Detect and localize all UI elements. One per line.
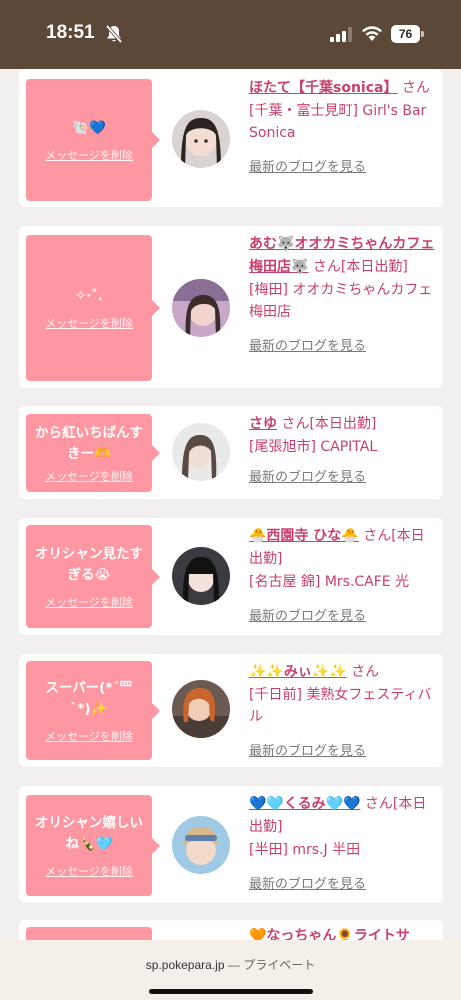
- avatar[interactable]: [172, 816, 230, 874]
- shop-location: [名古屋 錦] Mrs.CAFE 光: [249, 574, 410, 590]
- message-card: から紅いちばんすきー🫶 メッセージを削除 さゆ さん[本日出勤] [尾張旭市] …: [19, 406, 443, 499]
- shop-location: [千葉・富士見町] Girl's Bar Sonica: [249, 103, 427, 141]
- battery-level: 76: [391, 25, 420, 43]
- delete-message-link[interactable]: メッセージを削除: [45, 468, 133, 484]
- latest-blog-link[interactable]: 最新のブログを見る: [249, 156, 435, 175]
- url-separator: —: [227, 958, 240, 972]
- message-card: ✧‧˚. メッセージを削除 あむ🐺オオカミちゃんカフェ梅田店🐺 さん[本日出勤]…: [19, 226, 443, 388]
- bell-muted-icon: [105, 24, 123, 44]
- latest-blog-link[interactable]: 最新のブログを見る: [249, 740, 435, 759]
- message-bubble: オリシャン嬉しいね🍾🩵 メッセージを削除: [26, 795, 160, 896]
- message-card: オリシャン見たすぎる😭 メッセージを削除 🐣西園寺 ひな🐣 さん[本日出勤] […: [19, 518, 443, 635]
- delete-message-link[interactable]: メッセージを削除: [45, 728, 133, 744]
- browser-bottom-bar: sp.pokepara.jp — プライベート: [0, 940, 461, 1000]
- message-bubble: ✧‧˚. メッセージを削除: [26, 235, 160, 381]
- cast-info: ✨✨みぃ✨✨ さん [千日前] 美熟女フェスティバル 最新のブログを見る: [249, 661, 435, 759]
- cast-info: 🧡なっちゃん🌻ライトサ: [249, 925, 435, 940]
- delete-message-link[interactable]: メッセージを削除: [45, 594, 133, 610]
- message-text: 🐚💙: [72, 119, 106, 136]
- delete-message-link[interactable]: メッセージを削除: [45, 315, 133, 331]
- cast-info: 💙🩵くるみ🩵💙 さん[本日出勤] [半田] mrs.J 半田 最新のブログを見る: [249, 793, 435, 892]
- honorific: さん: [363, 528, 392, 544]
- battery-icon: 76: [391, 25, 424, 43]
- cast-name-link[interactable]: ✨✨みぃ✨✨: [249, 664, 347, 680]
- shop-location: [半田] mrs.J 半田: [249, 842, 361, 858]
- address-bar[interactable]: sp.pokepara.jp — プライベート: [0, 956, 461, 973]
- latest-blog-link[interactable]: 最新のブログを見る: [249, 466, 435, 485]
- message-text: ✧‧˚.: [75, 287, 103, 304]
- work-status: [本日出勤]: [309, 416, 377, 432]
- avatar[interactable]: [172, 110, 230, 168]
- delete-message-link[interactable]: メッセージを削除: [45, 147, 133, 163]
- honorific: さん: [312, 259, 341, 275]
- honorific: さん: [281, 416, 310, 432]
- message-text: オリシャン見たすぎる😭: [35, 545, 143, 583]
- message-text: から紅いちばんすきー🫶: [35, 424, 143, 462]
- cast-name-link[interactable]: 💙🩵くるみ🩵💙: [249, 796, 360, 812]
- cast-info: 🐣西園寺 ひな🐣 さん[本日出勤] [名古屋 錦] Mrs.CAFE 光 最新の…: [249, 525, 435, 624]
- avatar[interactable]: [172, 279, 230, 337]
- cast-name-link[interactable]: 🐣西園寺 ひな🐣: [249, 528, 359, 544]
- cast-name-link[interactable]: 🧡なっちゃん🌻ライトサ: [249, 928, 410, 940]
- message-card: 🐚💙 メッセージを削除 ほたて【千葉sonica】 さん [千葉・富士見町] G…: [19, 69, 443, 207]
- avatar[interactable]: [172, 680, 230, 738]
- url-domain: sp.pokepara.jp: [145, 958, 225, 972]
- message-card: スーパー(*´罒`*)✨ メッセージを削除 ✨✨みぃ✨✨ さん [千日前] 美熟…: [19, 654, 443, 767]
- home-indicator[interactable]: [149, 989, 313, 994]
- cast-info: ほたて【千葉sonica】 さん [千葉・富士見町] Girl's Bar So…: [249, 77, 435, 175]
- shop-location: [千日前] 美熟女フェスティバル: [249, 687, 432, 725]
- message-bubble: オリシャン見たすぎる😭 メッセージを削除: [26, 525, 160, 628]
- cast-info: さゆ さん[本日出勤] [尾張旭市] CAPITAL 最新のブログを見る: [249, 413, 435, 485]
- message-card: 🧡なっちゃん🌻ライトサ: [19, 920, 443, 940]
- work-status: [本日出勤]: [340, 259, 408, 275]
- shop-location: [梅田] オオカミちゃんカフェ梅田店: [249, 282, 433, 320]
- wifi-icon: [362, 26, 382, 41]
- browsing-mode-label: プライベート: [243, 958, 316, 972]
- status-bar: 18:51 76: [0, 0, 461, 69]
- latest-blog-link[interactable]: 最新のブログを見る: [249, 605, 435, 624]
- message-card: オリシャン嬉しいね🍾🩵 メッセージを削除 💙🩵くるみ🩵💙 さん[本日出勤] [半…: [19, 786, 443, 903]
- cast-info: あむ🐺オオカミちゃんカフェ梅田店🐺 さん[本日出勤] [梅田] オオカミちゃんカ…: [249, 233, 435, 354]
- shop-location: [尾張旭市] CAPITAL: [249, 439, 378, 455]
- message-text: スーパー(*´罒`*)✨: [45, 679, 133, 717]
- cast-name-link[interactable]: さゆ: [249, 416, 277, 432]
- avatar[interactable]: [172, 423, 230, 481]
- message-text: オリシャン嬉しいね🍾🩵: [35, 814, 143, 852]
- delete-message-link[interactable]: メッセージを削除: [45, 863, 133, 879]
- cellular-signal-icon: [330, 27, 352, 42]
- message-list[interactable]: 🐚💙 メッセージを削除 ほたて【千葉sonica】 さん [千葉・富士見町] G…: [0, 69, 461, 940]
- message-bubble: [26, 927, 152, 940]
- honorific: さん: [351, 664, 380, 680]
- avatar[interactable]: [172, 547, 230, 605]
- message-bubble: 🐚💙 メッセージを削除: [26, 79, 160, 201]
- honorific: さん: [401, 80, 430, 96]
- message-bubble: スーパー(*´罒`*)✨ メッセージを削除: [26, 661, 160, 760]
- honorific: さん: [364, 796, 393, 812]
- status-time: 18:51: [46, 22, 95, 43]
- latest-blog-link[interactable]: 最新のブログを見る: [249, 873, 435, 892]
- cast-name-link[interactable]: ほたて【千葉sonica】: [249, 80, 397, 96]
- latest-blog-link[interactable]: 最新のブログを見る: [249, 335, 435, 354]
- message-bubble: から紅いちばんすきー🫶 メッセージを削除: [26, 414, 160, 492]
